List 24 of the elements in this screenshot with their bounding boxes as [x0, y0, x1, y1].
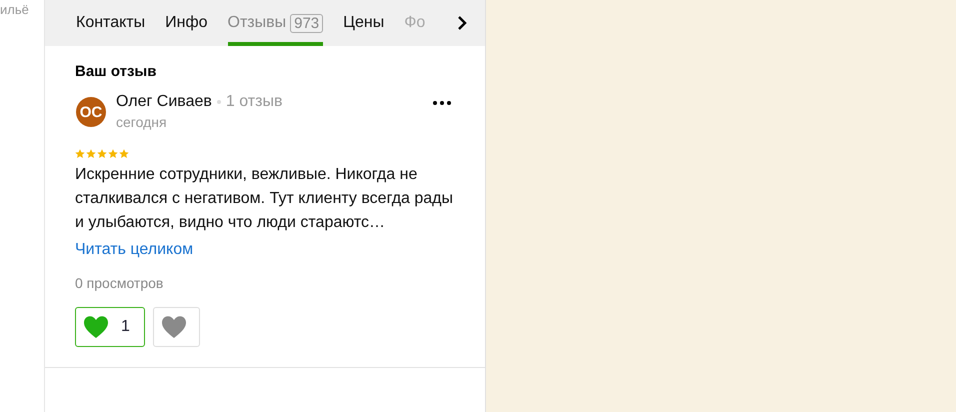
review-text: Искренние сотрудники, вежливые. Никогда не сталкивался с негативом. Тут клиенту всегда рады и улыбаются, видно что люди стараютс…	[75, 165, 453, 233]
star-icon	[86, 149, 96, 159]
tab[interactable]: Инфо	[165, 0, 208, 46]
review-date: сегодня	[116, 114, 168, 130]
heart-icon	[83, 315, 109, 339]
star-icon	[119, 149, 129, 159]
author-name[interactable]: Олег Сиваев	[116, 93, 212, 111]
more-icon	[433, 101, 451, 105]
avatar: ОС	[76, 97, 106, 127]
review-count: 1 отзыв	[226, 93, 282, 111]
tab[interactable]: Цены	[343, 0, 384, 46]
sidebar-text: ильё	[0, 2, 30, 17]
dislike-button[interactable]	[152, 307, 200, 347]
heart-icon	[160, 315, 187, 339]
chevron-right-icon	[457, 16, 467, 30]
star-icon	[97, 149, 107, 159]
read-more-link[interactable]: Читать целиком	[75, 241, 194, 259]
separator-dot	[216, 100, 221, 104]
views-count: 0 просмотров	[75, 275, 164, 291]
star-icon	[75, 149, 85, 159]
like-button[interactable]: 1	[75, 307, 145, 347]
tab[interactable]: Контакты	[76, 0, 146, 46]
section-title: Ваш отзыв	[75, 63, 158, 80]
star-icon	[108, 149, 118, 159]
